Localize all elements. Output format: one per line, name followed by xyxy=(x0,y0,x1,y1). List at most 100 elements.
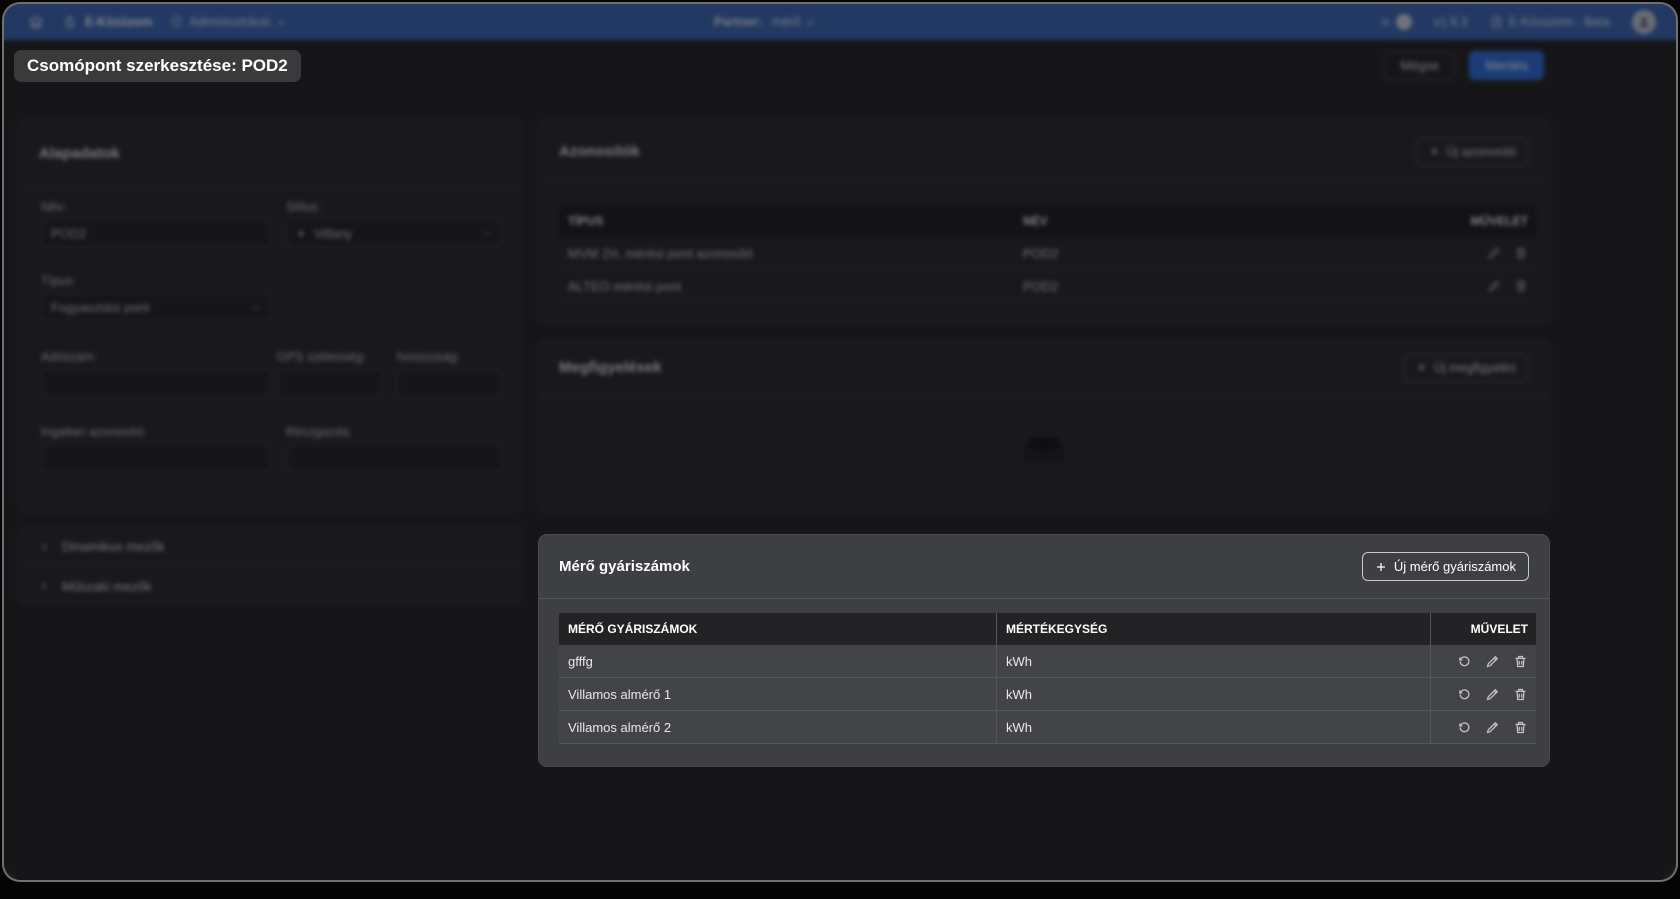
column-header-muvelet: MŰVELET xyxy=(1430,613,1536,645)
edit-icon[interactable] xyxy=(1487,246,1501,260)
chevron-down-icon xyxy=(806,18,815,27)
nav-admin-menu[interactable]: Adminisztráció xyxy=(170,15,285,29)
delete-icon[interactable] xyxy=(1513,720,1528,735)
page-title: Csomópont szerkesztése: POD2 xyxy=(14,50,301,82)
gps-lat-input[interactable] xyxy=(277,369,383,397)
user-avatar[interactable] xyxy=(1632,10,1656,34)
table-row: Villamos almérő 1 kWh xyxy=(559,678,1536,711)
edit-icon[interactable] xyxy=(1487,279,1501,293)
lightning-icon xyxy=(296,227,307,240)
tax-number-label: Adószám: xyxy=(41,350,271,364)
add-identifier-label: Új azonosító xyxy=(1447,145,1516,159)
column-header-muvelet: MŰVELET xyxy=(1426,214,1536,228)
empty-box-icon xyxy=(1019,434,1069,466)
toggle-knob xyxy=(1396,14,1412,30)
panel-title: Azonosítók xyxy=(559,143,640,160)
panel-title: Mérő gyáriszámok xyxy=(559,558,690,575)
delete-icon[interactable] xyxy=(1514,279,1528,293)
add-meter-serial-button[interactable]: Új mérő gyáriszámok xyxy=(1362,552,1529,581)
plus-icon xyxy=(1416,362,1427,373)
table-header: MÉRŐ GYÁRISZÁMOK MÉRTÉKEGYSÉG MŰVELET xyxy=(559,613,1536,645)
identifier-name: POD2 xyxy=(1014,246,1426,261)
building-icon xyxy=(1490,16,1503,29)
meter-serial: Villamos almérő 1 xyxy=(559,678,996,710)
meter-unit: kWh xyxy=(996,711,1430,743)
name-label: Név: xyxy=(41,200,271,214)
table-row: MVM Zrt. mérési pont azonosító POD2 xyxy=(559,237,1536,270)
table-row: gfffg kWh xyxy=(559,645,1536,678)
column-header-tipus: TÍPUS xyxy=(559,214,1014,228)
panel-azonositok: Azonosítók Új azonosító TÍPUS NÉV MŰVELE… xyxy=(538,119,1550,324)
panel-alapadatok: Alapadatok Név: Stílus: Villany Típus: xyxy=(18,119,522,512)
name-input[interactable] xyxy=(41,219,271,247)
drop-icon xyxy=(62,14,77,31)
nav-admin-label: Adminisztráció xyxy=(189,15,270,29)
delete-icon[interactable] xyxy=(1513,687,1528,702)
column-header-serial: MÉRŐ GYÁRISZÁMOK xyxy=(559,613,996,645)
gps-lat-label: GPS szélesség: xyxy=(277,350,383,364)
add-observation-button[interactable]: Új megfigyelés xyxy=(1403,354,1529,382)
version-label: v1.9.3 xyxy=(1434,15,1468,29)
collapse-label: Műszaki mezők xyxy=(62,579,152,594)
save-button[interactable]: Mentés xyxy=(1469,51,1544,80)
history-icon[interactable] xyxy=(1457,720,1472,735)
style-value: Villany xyxy=(314,226,352,241)
plus-icon xyxy=(1429,146,1440,157)
collapse-muszaki-mezok[interactable]: Műszaki mezők xyxy=(19,566,521,605)
top-navbar: E-Közüzem Adminisztráció Partner: mérő xyxy=(4,4,1676,40)
type-value: Fogyasztási pont xyxy=(51,300,149,315)
meter-unit: kWh xyxy=(996,678,1430,710)
column-header-unit: MÉRTÉKEGYSÉG xyxy=(996,613,1430,645)
meter-unit: kWh xyxy=(996,645,1430,677)
chevron-down-icon xyxy=(482,228,492,238)
chevron-down-icon xyxy=(251,302,261,312)
identifier-name: POD2 xyxy=(1014,279,1426,294)
home-icon[interactable] xyxy=(28,14,44,30)
add-identifier-button[interactable]: Új azonosító xyxy=(1416,138,1529,166)
brand[interactable]: E-Közüzem xyxy=(62,14,152,31)
type-label: Típus: xyxy=(41,274,271,288)
brand-label: E-Közüzem xyxy=(85,15,152,29)
edit-icon[interactable] xyxy=(1485,654,1500,669)
sun-icon xyxy=(1380,17,1391,28)
collapse-dinamikus-mezok[interactable]: Dinamikus mezők xyxy=(19,527,521,566)
style-select[interactable]: Villany xyxy=(286,219,502,247)
partner-label: Partner: xyxy=(714,15,762,29)
theme-toggle[interactable] xyxy=(1380,14,1412,30)
part-owner-label: Részgazda: xyxy=(286,425,502,439)
app-window: E-Közüzem Adminisztráció Partner: mérő xyxy=(2,2,1678,882)
identifier-type: ALTEO mérési pont xyxy=(559,279,1014,294)
identifier-type: MVM Zrt. mérési pont azonosító xyxy=(559,246,1014,261)
type-select[interactable]: Fogyasztási pont xyxy=(41,293,271,321)
panel-title: Megfigyelések xyxy=(559,359,662,376)
history-icon[interactable] xyxy=(1457,687,1472,702)
delete-icon[interactable] xyxy=(1513,654,1528,669)
panel-megfigyelesek: Megfigyelések Új megfigyelés xyxy=(538,339,1550,514)
panel-mero-gyariszamok: Mérő gyáriszámok Új mérő gyáriszámok MÉR… xyxy=(538,534,1550,767)
partner-value: mérő xyxy=(772,15,800,29)
cancel-button[interactable]: Mégse xyxy=(1384,51,1455,80)
environment-label: E-Közüzem - Beta xyxy=(1509,15,1610,29)
tax-number-input[interactable] xyxy=(41,369,271,397)
history-icon[interactable] xyxy=(1457,654,1472,669)
property-id-input[interactable] xyxy=(41,444,271,472)
table-header: TÍPUS NÉV MŰVELET xyxy=(559,205,1536,237)
chevron-down-icon xyxy=(277,18,286,27)
environment-badge: E-Közüzem - Beta xyxy=(1490,15,1610,29)
shield-icon xyxy=(170,15,183,29)
part-owner-input[interactable] xyxy=(286,444,502,472)
delete-icon[interactable] xyxy=(1514,246,1528,260)
collapse-label: Dinamikus mezők xyxy=(62,539,165,554)
gps-lon-input[interactable] xyxy=(397,369,502,397)
gps-lon-label: hosszúság: xyxy=(397,350,502,364)
chevron-right-icon xyxy=(39,581,49,591)
panel-collapse-sections: Dinamikus mezők Műszaki mezők xyxy=(18,526,522,605)
chevron-right-icon xyxy=(39,542,49,552)
edit-icon[interactable] xyxy=(1485,720,1500,735)
table-row: Villamos almérő 2 kWh xyxy=(559,711,1536,744)
meter-serial: Villamos almérő 2 xyxy=(559,711,996,743)
panel-title: Alapadatok xyxy=(39,145,120,162)
partner-select[interactable]: mérő xyxy=(772,15,815,29)
edit-icon[interactable] xyxy=(1485,687,1500,702)
plus-icon xyxy=(1375,561,1387,573)
